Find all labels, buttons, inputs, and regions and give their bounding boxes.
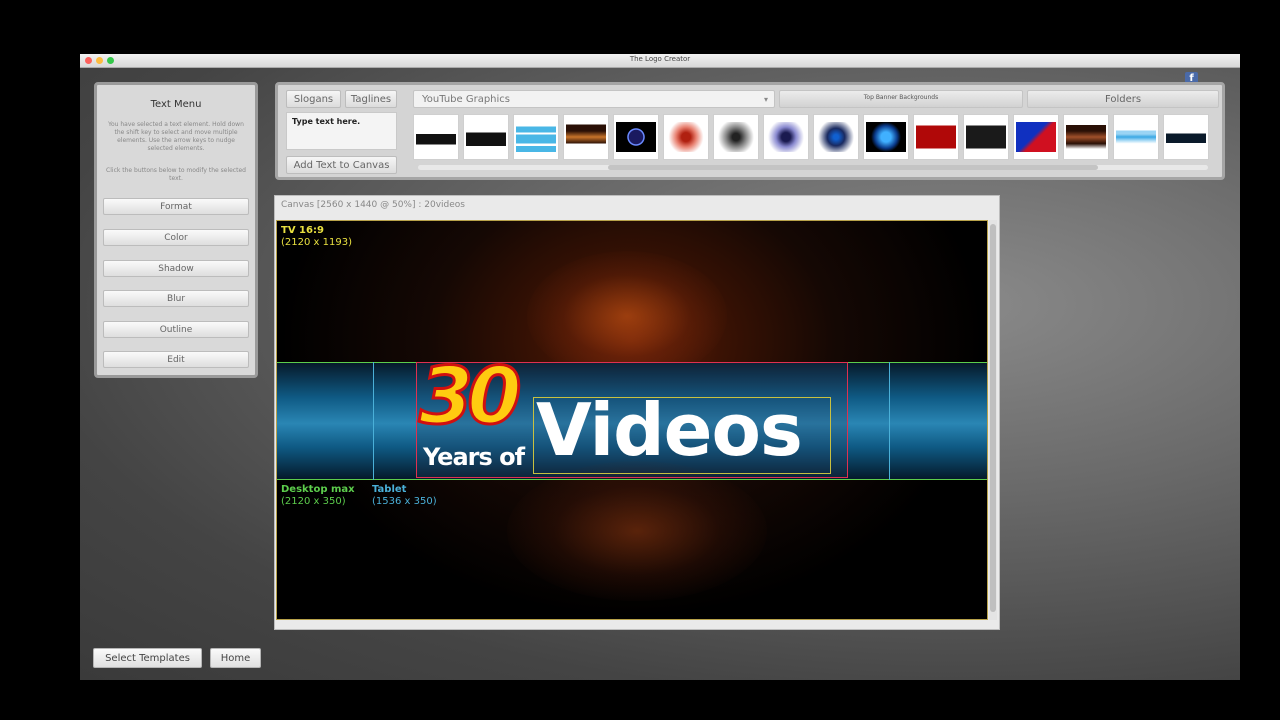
- thumbnail[interactable]: [813, 114, 859, 160]
- zone-desktop-name: Desktop max: [281, 484, 355, 495]
- text-menu-title: Text Menu: [150, 99, 202, 110]
- thumbnail[interactable]: [1113, 114, 1159, 160]
- thumbnail[interactable]: [1163, 114, 1209, 160]
- thumbnail[interactable]: [463, 114, 509, 160]
- zone-tv-name: TV 16:9: [281, 225, 324, 236]
- thumbnail[interactable]: [413, 114, 459, 160]
- text-menu-instructions: Click the buttons below to modify the se…: [106, 167, 246, 182]
- canvas-title: Canvas [2560 x 1440 @ 50%] : 20videos: [281, 200, 465, 210]
- blur-button[interactable]: Blur: [103, 290, 249, 307]
- tab-folders[interactable]: Folders: [1027, 90, 1219, 108]
- home-button[interactable]: Home: [210, 648, 261, 668]
- tab-top-banner-backgrounds[interactable]: Top Banner Backgrounds: [779, 90, 1023, 108]
- thumbnail[interactable]: [913, 114, 959, 160]
- canvas-window: Canvas [2560 x 1440 @ 50%] : 20videos 30…: [274, 195, 1000, 630]
- text-input[interactable]: Type text here.: [286, 112, 397, 150]
- thumbnail[interactable]: [663, 114, 709, 160]
- graphics-panel: Slogans Taglines Type text here. Add Tex…: [275, 82, 1225, 180]
- window-title: The Logo Creator: [629, 55, 691, 63]
- thumbnail-strip: [413, 114, 1211, 160]
- select-templates-button[interactable]: Select Templates: [93, 648, 202, 668]
- taglines-button[interactable]: Taglines: [345, 90, 397, 108]
- tab-folders-label: Folders: [1104, 94, 1142, 105]
- zone-label-tablet: Tablet (1536 x 350): [372, 484, 437, 508]
- zone-tablet-name: Tablet: [372, 484, 407, 495]
- color-button[interactable]: Color: [103, 229, 249, 246]
- scrollbar-knob[interactable]: [608, 165, 1098, 170]
- edit-button[interactable]: Edit: [103, 351, 249, 368]
- chevron-down-icon: ▾: [763, 95, 768, 104]
- shadow-button[interactable]: Shadow: [103, 260, 249, 277]
- app-window: The Logo Creator f Text Menu You have se…: [80, 54, 1240, 680]
- text-menu-description: You have selected a text element. Hold d…: [108, 121, 244, 152]
- text-menu-panel: Text Menu You have selected a text eleme…: [94, 82, 258, 378]
- thumbnail[interactable]: [963, 114, 1009, 160]
- thumbnail[interactable]: [613, 114, 659, 160]
- thumbnail-scrollbar[interactable]: [418, 165, 1208, 170]
- thumbnail[interactable]: [763, 114, 809, 160]
- zone-label-desktop: Desktop max (2120 x 350): [281, 484, 355, 508]
- scrollbar-knob[interactable]: [990, 224, 996, 612]
- category-select[interactable]: YouTube Graphics ▾: [413, 90, 775, 108]
- format-button[interactable]: Format: [103, 198, 249, 215]
- slogans-button[interactable]: Slogans: [286, 90, 341, 108]
- logo-number: 30: [418, 352, 524, 442]
- thumbnail[interactable]: [1063, 114, 1109, 160]
- canvas-vertical-scrollbar[interactable]: [989, 220, 997, 620]
- thumbnail[interactable]: [713, 114, 759, 160]
- logo-videos: Videos: [536, 388, 803, 472]
- thumbnail[interactable]: [513, 114, 559, 160]
- thumbnail[interactable]: [1013, 114, 1059, 160]
- thumbnail[interactable]: [863, 114, 909, 160]
- thumbnail[interactable]: [563, 114, 609, 160]
- zone-label-tv: TV 16:9 (2120 x 1193): [281, 225, 352, 249]
- tab-top-banner-backgrounds-label: Top Banner Backgrounds: [863, 94, 939, 101]
- zone-tv-size: (2120 x 1193): [281, 237, 352, 248]
- category-select-value: YouTube Graphics: [422, 94, 511, 105]
- canvas-stage[interactable]: 30 Years of Videos TV 16:9 (2120 x 1193)…: [276, 220, 988, 620]
- add-text-to-canvas-button[interactable]: Add Text to Canvas: [286, 156, 397, 174]
- logo-years-of: Years of: [423, 443, 525, 471]
- title-bar: The Logo Creator: [80, 54, 1240, 68]
- zone-desktop-size: (2120 x 350): [281, 496, 346, 507]
- nebula-glow-lower: [507, 461, 767, 601]
- zone-tablet-size: (1536 x 350): [372, 496, 437, 507]
- outline-button[interactable]: Outline: [103, 321, 249, 338]
